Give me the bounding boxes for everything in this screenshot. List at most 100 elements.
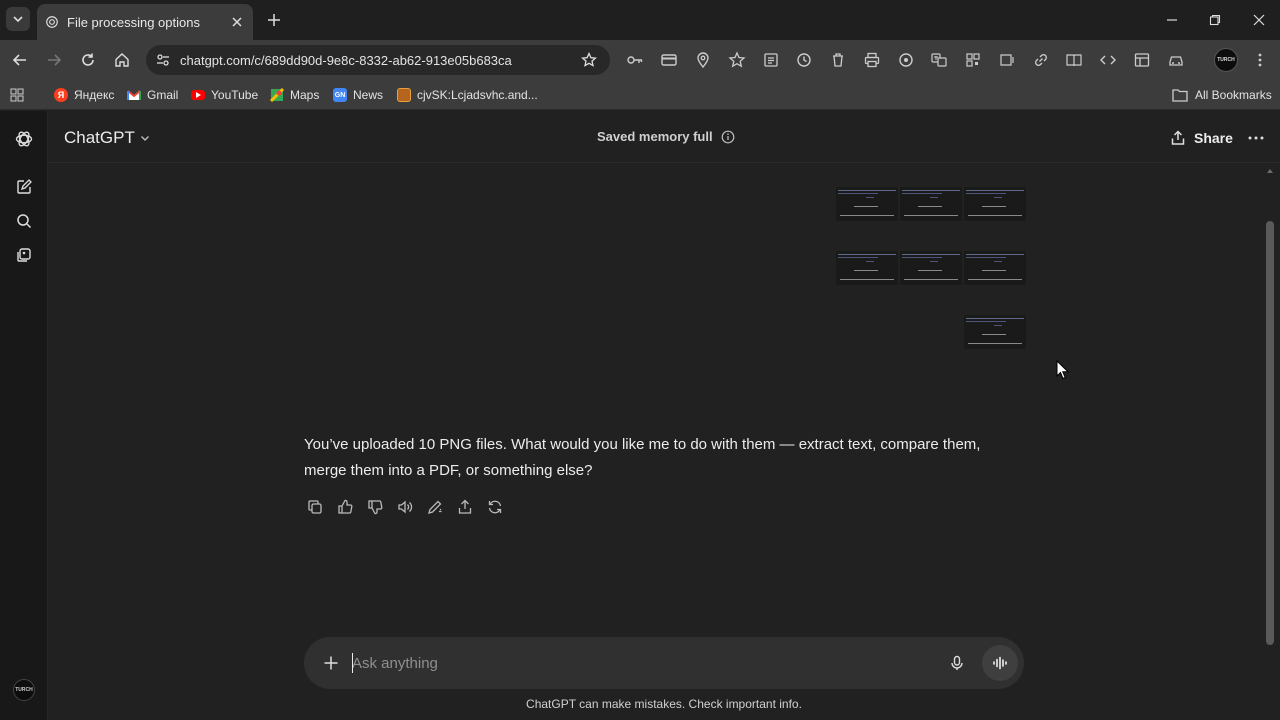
openai-logo-icon[interactable] bbox=[11, 126, 37, 152]
bookmark-yandex[interactable]: Я Яндекс bbox=[54, 85, 114, 105]
forward-button[interactable] bbox=[40, 46, 68, 74]
reload-icon bbox=[82, 53, 94, 66]
favorites-star-icon[interactable] bbox=[725, 48, 749, 72]
browser-profile-avatar[interactable]: TURCH bbox=[1214, 48, 1238, 72]
new-tab-button[interactable] bbox=[262, 8, 286, 32]
all-bookmarks-label: All Bookmarks bbox=[1195, 88, 1272, 102]
message-composer bbox=[304, 637, 1024, 689]
plus-icon bbox=[268, 14, 280, 26]
uploaded-image-thumbnail[interactable] bbox=[964, 315, 1026, 349]
uploaded-images-grid bbox=[836, 187, 1028, 357]
bookmark-gmail[interactable]: Gmail bbox=[127, 85, 178, 105]
copy-icon[interactable] bbox=[300, 494, 330, 520]
uploaded-image-thumbnail[interactable] bbox=[900, 251, 962, 285]
mouse-cursor-icon bbox=[1056, 360, 1070, 380]
add-attachment-button[interactable] bbox=[318, 650, 344, 676]
screenshot-icon[interactable] bbox=[894, 48, 918, 72]
user-avatar[interactable]: TURCH bbox=[13, 679, 35, 701]
edit-canvas-icon[interactable] bbox=[420, 494, 450, 520]
browser-menu-icon[interactable] bbox=[1248, 48, 1272, 72]
bookmark-maps[interactable]: Maps bbox=[270, 85, 319, 105]
immersive-reader-icon[interactable] bbox=[1062, 48, 1086, 72]
scroll-up-arrow-icon[interactable] bbox=[1266, 167, 1274, 175]
memory-status-text: Saved memory full bbox=[597, 129, 713, 144]
restore-button[interactable] bbox=[1201, 6, 1229, 34]
share-button[interactable]: Share bbox=[1162, 123, 1241, 153]
read-aloud-speaker-icon[interactable] bbox=[390, 494, 420, 520]
bookmarks-bar: Я Яндекс Gmail YouTube Maps GN News cjvSK:… bbox=[0, 80, 1280, 110]
chevron-down-icon bbox=[140, 136, 149, 141]
uploaded-image-thumbnail[interactable] bbox=[964, 187, 1026, 221]
voice-mode-button[interactable] bbox=[982, 645, 1018, 681]
bookmark-custom[interactable]: cjvSK:Lcjadsvhc.and... bbox=[397, 85, 538, 105]
arrow-left-icon bbox=[12, 54, 26, 66]
link-icon[interactable] bbox=[1029, 48, 1053, 72]
payment-card-icon[interactable] bbox=[657, 48, 681, 72]
car-icon[interactable] bbox=[1164, 48, 1188, 72]
home-button[interactable] bbox=[108, 46, 136, 74]
bookmark-star-icon[interactable] bbox=[574, 45, 604, 75]
assistant-message: You’ve uploaded 10 PNG files. What would… bbox=[304, 436, 981, 479]
sidebar-layout-icon[interactable] bbox=[1130, 48, 1154, 72]
address-bar[interactable]: chatgpt.com/c/689dd90d-9e8c-8332-ab62-91… bbox=[146, 45, 610, 75]
thumbs-down-icon[interactable] bbox=[360, 494, 390, 520]
url-text[interactable]: chatgpt.com/c/689dd90d-9e8c-8332-ab62-91… bbox=[180, 53, 574, 68]
location-pin-icon[interactable] bbox=[691, 48, 715, 72]
more-options-icon[interactable] bbox=[1242, 125, 1270, 151]
reload-button[interactable] bbox=[74, 46, 102, 74]
close-tab-icon[interactable] bbox=[229, 14, 245, 30]
print-icon[interactable] bbox=[860, 48, 884, 72]
disclaimer-text: ChatGPT can make mistakes. Check importa… bbox=[526, 697, 802, 711]
info-icon[interactable] bbox=[721, 130, 735, 144]
read-aloud-icon[interactable] bbox=[995, 48, 1019, 72]
trash-icon[interactable] bbox=[826, 48, 850, 72]
voice-waveform-icon bbox=[993, 656, 1007, 670]
yandex-icon: Я bbox=[54, 88, 68, 102]
prompt-input[interactable] bbox=[352, 650, 912, 676]
browser-profile-avatar-text: TURCH bbox=[1217, 57, 1235, 63]
reading-list-icon[interactable] bbox=[759, 48, 783, 72]
bookmark-label: Яндекс bbox=[74, 88, 115, 102]
user-avatar-text: TURCH bbox=[15, 687, 33, 693]
code-icon[interactable] bbox=[1096, 48, 1120, 72]
uploaded-image-thumbnail[interactable] bbox=[900, 187, 962, 221]
back-button[interactable] bbox=[6, 46, 34, 74]
apps-grid-icon[interactable] bbox=[10, 85, 24, 105]
uploaded-image-thumbnail[interactable] bbox=[836, 251, 898, 285]
close-window-button[interactable] bbox=[1245, 6, 1273, 34]
new-chat-icon[interactable] bbox=[11, 174, 37, 200]
gmail-icon bbox=[127, 88, 141, 102]
qr-code-icon[interactable] bbox=[961, 48, 985, 72]
dictate-button[interactable] bbox=[944, 650, 970, 676]
bookmark-news[interactable]: GN News bbox=[333, 85, 383, 105]
close-icon bbox=[1253, 14, 1265, 26]
thumbs-up-icon[interactable] bbox=[330, 494, 360, 520]
site-info-icon[interactable] bbox=[148, 45, 178, 75]
password-key-icon[interactable] bbox=[623, 48, 647, 72]
bookmark-label: YouTube bbox=[211, 88, 259, 102]
uploaded-image-thumbnail[interactable] bbox=[836, 187, 898, 221]
active-tab[interactable]: File processing options bbox=[37, 4, 253, 40]
bookmark-label: Gmail bbox=[147, 88, 179, 102]
folder-icon bbox=[1172, 89, 1188, 102]
bookmark-favicon-icon bbox=[397, 88, 411, 102]
minimize-button[interactable] bbox=[1158, 6, 1186, 34]
tab-title: File processing options bbox=[67, 14, 200, 30]
scrollbar-thumb[interactable] bbox=[1266, 221, 1274, 645]
library-icon[interactable] bbox=[11, 242, 37, 268]
model-selector[interactable]: ChatGPT bbox=[56, 123, 158, 153]
memory-status: Saved memory full bbox=[597, 129, 735, 144]
youtube-icon bbox=[191, 90, 205, 100]
regenerate-icon[interactable] bbox=[480, 494, 510, 520]
all-bookmarks[interactable]: All Bookmarks bbox=[1172, 85, 1272, 105]
tab-search-button[interactable] bbox=[6, 7, 30, 31]
search-chats-icon[interactable] bbox=[11, 208, 37, 234]
history-icon[interactable] bbox=[792, 48, 816, 72]
uploaded-image-thumbnail[interactable] bbox=[964, 251, 1026, 285]
bookmark-youtube[interactable]: YouTube bbox=[191, 85, 258, 105]
share-message-icon[interactable] bbox=[450, 494, 480, 520]
share-icon bbox=[1171, 130, 1185, 145]
translate-icon[interactable] bbox=[927, 48, 951, 72]
chatgpt-favicon-icon bbox=[46, 16, 58, 28]
model-name: ChatGPT bbox=[64, 128, 135, 147]
